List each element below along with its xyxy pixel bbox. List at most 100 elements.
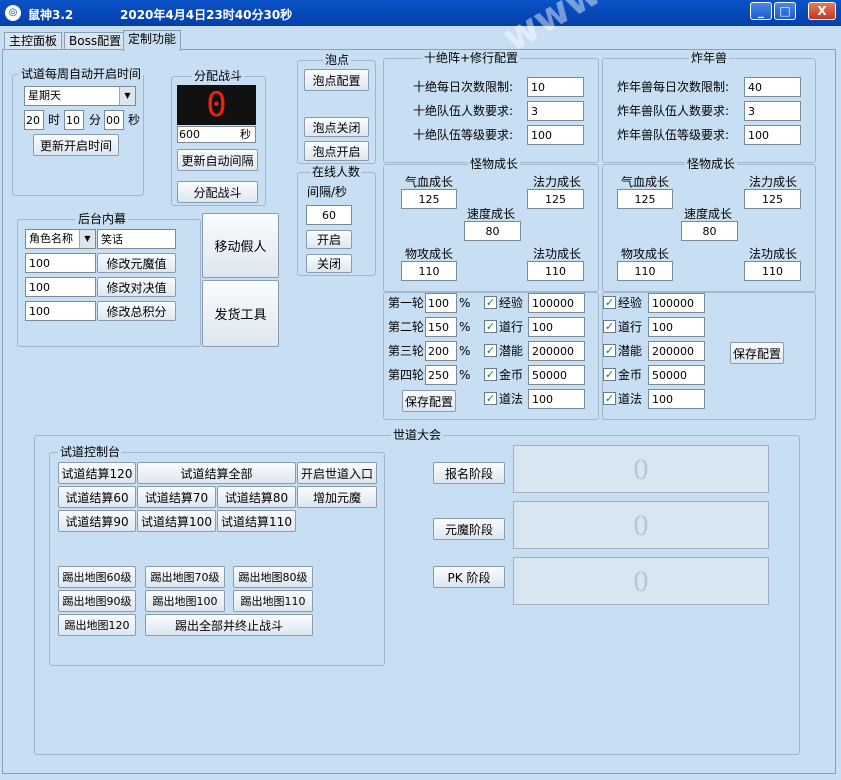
- checkbox-daofa-right[interactable]: ✓: [603, 392, 616, 405]
- reward-potential-right-input[interactable]: [648, 341, 705, 361]
- reward-gold-right-input[interactable]: [648, 365, 705, 385]
- second-input[interactable]: [104, 110, 124, 130]
- round-1-input[interactable]: [425, 293, 457, 313]
- growth-left-matk-input[interactable]: [527, 261, 584, 281]
- checkbox-daoxing-left[interactable]: ✓: [484, 320, 497, 333]
- close-button[interactable]: X: [808, 2, 836, 20]
- growth-left-hp-input[interactable]: [401, 189, 457, 209]
- checkbox-potential-right[interactable]: ✓: [603, 344, 616, 357]
- yuanmo-stage-button[interactable]: 元魔阶段: [433, 518, 505, 540]
- checkbox-exp-left[interactable]: ✓: [484, 296, 497, 309]
- open-world-entrance-button[interactable]: 开启世道入口: [297, 462, 377, 484]
- modify-points-button[interactable]: 修改总积分: [97, 301, 176, 321]
- settle-110-button[interactable]: 试道结算110: [217, 510, 296, 532]
- ten-daily-limit-input[interactable]: [527, 77, 584, 97]
- kick-map-120-button[interactable]: 踢出地图120: [58, 614, 136, 636]
- signup-stage-button[interactable]: 报名阶段: [433, 462, 505, 484]
- growth-right-speed-label: 速度成长: [684, 207, 733, 221]
- settle-70-button[interactable]: 试道结算70: [137, 486, 216, 508]
- growth-right-speed-input[interactable]: [681, 221, 738, 241]
- weekday-select[interactable]: 星期天 ▼: [24, 86, 136, 106]
- points-input[interactable]: [25, 301, 96, 321]
- update-interval-button[interactable]: 更新自动间隔: [177, 149, 258, 171]
- round-3-input[interactable]: [425, 341, 457, 361]
- ship-tool-button[interactable]: 发货工具: [202, 280, 279, 347]
- growth-left-speed-input[interactable]: [464, 221, 521, 241]
- checkbox-gold-right[interactable]: ✓: [603, 368, 616, 381]
- ten-team-size-label: 十绝队伍人数要求:: [413, 104, 514, 118]
- settle-all-button[interactable]: 试道结算全部: [137, 462, 296, 484]
- ten-team-size-input[interactable]: [527, 101, 584, 121]
- reward-daofa-right-input[interactable]: [648, 389, 705, 409]
- settle-80-button[interactable]: 试道结算80: [217, 486, 296, 508]
- kick-map-100-button[interactable]: 踢出地图100: [145, 590, 225, 612]
- settle-90-button[interactable]: 试道结算90: [58, 510, 136, 532]
- role-select[interactable]: 角色名称 ▼: [25, 229, 96, 249]
- tab-main-panel[interactable]: 主控面板: [4, 32, 63, 50]
- save-config-left-button[interactable]: 保存配置: [402, 390, 456, 412]
- round-4-input[interactable]: [425, 365, 457, 385]
- reward-exp-right-input[interactable]: [648, 293, 705, 313]
- growth-left-patk-label: 物攻成长: [405, 247, 454, 261]
- seconds-value: 600: [179, 128, 200, 141]
- pk-stage-button[interactable]: PK 阶段: [433, 566, 505, 588]
- minimize-button[interactable]: _: [750, 2, 772, 20]
- reward-gold-left-input[interactable]: [528, 365, 585, 385]
- settle-60-button[interactable]: 试道结算60: [58, 486, 136, 508]
- kick-map-80-button[interactable]: 踢出地图80级: [233, 566, 313, 588]
- growth-left-hp-label: 气血成长: [405, 175, 454, 189]
- growth-right-patk-input[interactable]: [617, 261, 673, 281]
- reward-daofa-left-input[interactable]: [528, 389, 585, 409]
- role-name-input[interactable]: [97, 229, 176, 249]
- online-open-button[interactable]: 开启: [306, 230, 352, 249]
- beast-daily-limit-input[interactable]: [744, 77, 801, 97]
- growth-left-mp-input[interactable]: [527, 189, 584, 209]
- checkbox-daofa-left[interactable]: ✓: [484, 392, 497, 405]
- chevron-down-icon[interactable]: ▼: [79, 230, 95, 248]
- seconds-field[interactable]: 600 秒: [177, 126, 256, 143]
- bubble-open-button[interactable]: 泡点开启: [304, 141, 369, 161]
- update-open-time-button[interactable]: 更新开启时间: [33, 134, 119, 156]
- growth-right-mp-input[interactable]: [744, 189, 801, 209]
- settle-120-button[interactable]: 试道结算120: [58, 462, 136, 484]
- reward-daoxing-right-input[interactable]: [648, 317, 705, 337]
- settle-100-button[interactable]: 试道结算100: [137, 510, 216, 532]
- kick-map-70-button[interactable]: 踢出地图70级: [145, 566, 225, 588]
- round-2-input[interactable]: [425, 317, 457, 337]
- bubble-config-button[interactable]: 泡点配置: [304, 69, 369, 91]
- online-close-button[interactable]: 关闭: [306, 254, 352, 273]
- checkbox-gold-left[interactable]: ✓: [484, 368, 497, 381]
- chevron-down-icon[interactable]: ▼: [119, 87, 135, 105]
- hour-input[interactable]: [24, 110, 44, 130]
- save-config-right-button[interactable]: 保存配置: [730, 342, 784, 364]
- growth-right-matk-input[interactable]: [744, 261, 801, 281]
- kick-map-60-button[interactable]: 踢出地图60级: [58, 566, 136, 588]
- checkbox-potential-left[interactable]: ✓: [484, 344, 497, 357]
- growth-right-hp-input[interactable]: [617, 189, 673, 209]
- growth-left-patk-input[interactable]: [401, 261, 457, 281]
- modify-yuanmo-button[interactable]: 修改元魔值: [97, 253, 176, 273]
- modify-duel-button[interactable]: 修改对决值: [97, 277, 176, 297]
- beast-team-level-input[interactable]: [744, 125, 801, 145]
- add-yuanmo-button[interactable]: 增加元魔: [297, 486, 377, 508]
- maximize-button[interactable]: □: [774, 2, 796, 20]
- bubble-close-button[interactable]: 泡点关闭: [304, 117, 369, 137]
- yuanmo-input[interactable]: [25, 253, 96, 273]
- reward-daoxing-left-input[interactable]: [528, 317, 585, 337]
- tab-custom-functions[interactable]: 定制功能: [123, 30, 182, 51]
- minute-input[interactable]: [64, 110, 84, 130]
- kick-map-90-button[interactable]: 踢出地图90级: [58, 590, 136, 612]
- checkbox-exp-right[interactable]: ✓: [603, 296, 616, 309]
- kick-map-110-button[interactable]: 踢出地图110: [233, 590, 313, 612]
- assign-battle-button[interactable]: 分配战斗: [177, 181, 258, 203]
- duel-input[interactable]: [25, 277, 96, 297]
- ten-team-level-input[interactable]: [527, 125, 584, 145]
- tab-boss-config[interactable]: Boss配置: [64, 32, 127, 50]
- reward-potential-left-input[interactable]: [528, 341, 585, 361]
- reward-exp-left-input[interactable]: [528, 293, 585, 313]
- beast-team-size-input[interactable]: [744, 101, 801, 121]
- interval-input[interactable]: [306, 205, 352, 225]
- checkbox-daoxing-right[interactable]: ✓: [603, 320, 616, 333]
- move-dummy-button[interactable]: 移动假人: [202, 213, 279, 278]
- kick-all-stop-battle-button[interactable]: 踢出全部并终止战斗: [145, 614, 313, 636]
